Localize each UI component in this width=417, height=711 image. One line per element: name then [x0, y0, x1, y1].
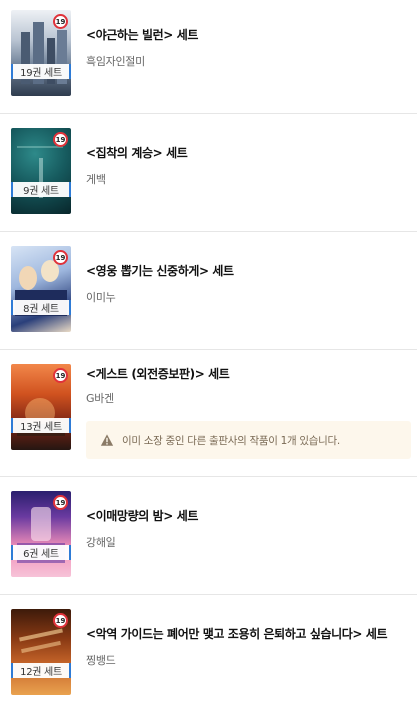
volume-count-badge: 19권 세트: [11, 64, 71, 79]
book-cover[interactable]: 19 12권 세트: [11, 609, 71, 695]
volume-count-badge: 9권 세트: [11, 182, 71, 197]
book-title[interactable]: <영웅 뽑기는 신중하게> 세트: [86, 262, 409, 279]
volume-count-badge: 8권 세트: [11, 300, 71, 315]
age-rating-badge: 19: [53, 132, 68, 147]
book-author[interactable]: 찡뱅드: [86, 652, 116, 668]
book-cover[interactable]: 19 6권 세트: [11, 491, 71, 577]
book-title[interactable]: <이매망량의 밤> 세트: [86, 507, 409, 524]
book-author[interactable]: 게백: [86, 171, 106, 187]
book-cover[interactable]: 19 9권 세트: [11, 128, 71, 214]
volume-count-badge: 12권 세트: [11, 663, 71, 678]
age-rating-badge: 19: [53, 250, 68, 265]
divider: [0, 349, 417, 350]
divider: [0, 476, 417, 477]
age-rating-badge: 19: [53, 368, 68, 383]
book-cover[interactable]: 19 8권 세트: [11, 246, 71, 332]
book-cover[interactable]: 19 19권 세트: [11, 10, 71, 96]
book-author[interactable]: 강해일: [86, 534, 116, 550]
age-rating-badge: 19: [53, 495, 68, 510]
age-rating-badge: 19: [53, 14, 68, 29]
divider: [0, 113, 417, 114]
owned-notice-text: 이미 소장 중인 다른 출판사의 작품이 1개 있습니다.: [122, 434, 340, 447]
book-title[interactable]: <악역 가이드는 폐어만 맺고 조용히 은퇴하고 싶습니다> 세트: [86, 625, 409, 642]
volume-count-badge: 6권 세트: [11, 545, 71, 560]
book-title[interactable]: <야근하는 빌런> 세트: [86, 26, 409, 43]
age-rating-badge: 19: [53, 613, 68, 628]
book-cover[interactable]: 19 13권 세트: [11, 364, 71, 450]
owned-notice: 이미 소장 중인 다른 출판사의 작품이 1개 있습니다.: [86, 421, 411, 459]
warning-icon: [100, 434, 114, 446]
divider: [0, 594, 417, 595]
book-title[interactable]: <게스트 (외전증보판)> 세트: [86, 365, 409, 382]
book-author[interactable]: G바겐: [86, 390, 114, 406]
book-author[interactable]: 이미누: [86, 289, 116, 305]
divider: [0, 231, 417, 232]
volume-count-badge: 13권 세트: [11, 418, 71, 433]
book-author[interactable]: 흑임자인절미: [86, 53, 145, 69]
book-title[interactable]: <집착의 계승> 세트: [86, 144, 409, 161]
